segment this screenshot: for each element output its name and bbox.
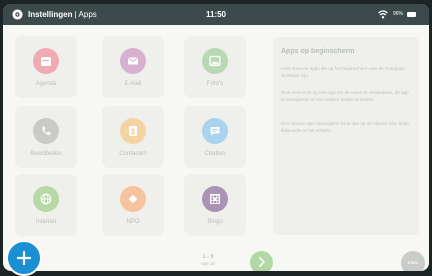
app-tile-internet[interactable]: Internet: [15, 174, 77, 236]
app-label: Contacten: [119, 151, 147, 157]
app-tile-agenda[interactable]: Agenda: [15, 36, 77, 98]
app-label: Chatten: [204, 151, 226, 157]
info-panel: Apps op beginscherm Leks staat de apps d…: [273, 37, 419, 235]
panel-text: Een nieuwe app toevoegen? Druk dan op de…: [281, 121, 409, 133]
contacts-icon: [120, 118, 146, 144]
app-label: Beeldbellen: [30, 151, 62, 157]
app-label: Bingo: [207, 219, 223, 225]
app-label: NPO: [126, 219, 140, 225]
bingo-icon: [202, 186, 228, 212]
app-tile-contacts[interactable]: Contacten: [102, 106, 164, 168]
panel-text: Leks staat de apps die op het beginscher…: [281, 66, 405, 78]
wifi-icon: [378, 10, 388, 19]
phone-icon: [33, 118, 59, 144]
panel-title: Apps op beginscherm: [281, 48, 355, 55]
add-app-button[interactable]: [6, 240, 42, 276]
app-label: Foto's: [206, 81, 224, 87]
chat-icon: [202, 118, 228, 144]
photo-icon: [202, 48, 228, 74]
app-tile-npo[interactable]: NPO: [102, 174, 164, 236]
app-screen: Instellingen | Apps 11:50 96% Agenda E-mai…: [3, 4, 429, 271]
panel-text: Druk even licht op een app om de naam te…: [281, 90, 409, 102]
done-button[interactable]: Klaar: [401, 251, 425, 271]
status-bar: Instellingen | Apps 11:50 96%: [3, 4, 429, 25]
page-indicator: 1 - 9 van 10: [201, 254, 215, 266]
plus-icon: [17, 251, 31, 265]
battery-level: 96%: [393, 11, 404, 17]
calendar-icon: [33, 48, 59, 74]
app-label: Agenda: [35, 81, 57, 87]
app-tile-email[interactable]: E-mail: [102, 36, 164, 98]
app-label: E-mail: [124, 81, 142, 87]
app-tile-photos[interactable]: Foto's: [184, 36, 246, 98]
next-page-button[interactable]: [250, 251, 273, 271]
globe-icon: [33, 186, 59, 212]
app-tile-beeldbellen[interactable]: Beeldbellen: [15, 106, 77, 168]
app-tile-chat[interactable]: Chatten: [184, 106, 246, 168]
npo-icon: [120, 186, 146, 212]
clock: 11:50: [205, 10, 227, 19]
app-label: Internet: [35, 219, 57, 225]
app-tile-bingo[interactable]: Bingo: [184, 174, 246, 236]
chevron-right-icon: [258, 256, 266, 268]
mail-icon: [120, 48, 146, 74]
battery-icon: [407, 12, 416, 17]
